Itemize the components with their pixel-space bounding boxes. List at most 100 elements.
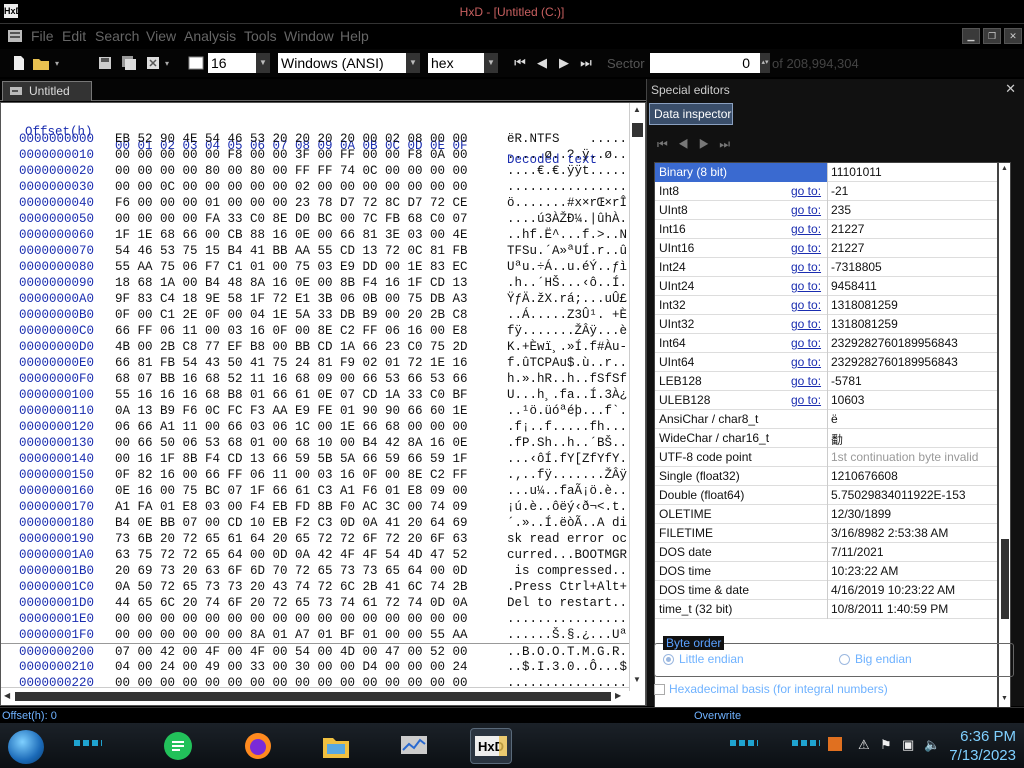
inspector-row[interactable]: Double (float64) 5.75029834011922E-153 <box>655 486 997 505</box>
inspector-row[interactable]: UTF-8 code point 1st continuation byte in… <box>655 448 997 467</box>
row-hex-bytes[interactable]: 00 00 0C 00 00 00 00 00 02 00 00 00 00 0… <box>115 180 468 194</box>
row-hex-bytes[interactable]: 63 75 72 72 65 64 00 0D 0A 42 4F 4F 54 4… <box>115 548 468 562</box>
bytes-per-row-select[interactable]: 16 ▼ <box>208 53 270 73</box>
row-decoded-text[interactable]: Uªu.÷Á..u.éÝ..ƒì <box>507 260 627 274</box>
scroll-up-icon[interactable]: ▲ <box>1001 165 1008 172</box>
hex-vertical-scrollbar[interactable]: ▲ ▼ <box>629 103 645 691</box>
goto-link[interactable]: go to: <box>791 298 821 312</box>
sector-input[interactable]: 0 ▴▾ <box>650 53 770 73</box>
hex-row[interactable]: 0000000200 07 00 42 00 4F 00 4F 00 54 00 … <box>1 643 629 659</box>
row-hex-bytes[interactable]: 66 81 FB 54 43 50 41 75 24 81 F9 02 01 7… <box>115 356 468 370</box>
menu-edit[interactable]: Edit <box>62 28 86 44</box>
inspector-value[interactable]: 10/8/2011 1:40:59 PM <box>831 602 948 616</box>
row-decoded-text[interactable]: is compressed.. <box>507 564 628 578</box>
inspector-value[interactable]: -7318805 <box>831 260 882 274</box>
inspector-value[interactable]: 1st continuation byte invalid <box>831 450 978 464</box>
row-decoded-text[interactable]: ëR.NTFS ..... <box>507 132 627 146</box>
row-decoded-text[interactable]: ..B.O.O.T.M.G.R. <box>507 645 627 659</box>
row-decoded-text[interactable]: TFSu.´A»ªUÍ.r..û <box>507 244 627 258</box>
big-endian-radio[interactable] <box>839 654 850 665</box>
inspector-row[interactable]: WideChar / char16_t 勫 <box>655 429 997 448</box>
tab-untitled-c[interactable]: Untitled (C:) <box>2 81 92 116</box>
menu-file[interactable]: File <box>31 28 54 44</box>
inspector-row[interactable]: Int24 go to: -7318805 <box>655 258 997 277</box>
action-center-flag-icon[interactable]: ⚑ <box>880 737 892 753</box>
inspector-value[interactable]: 10603 <box>831 393 864 407</box>
menu-tools[interactable]: Tools <box>244 28 277 44</box>
inspector-row[interactable]: UInt64 go to: 2329282760189956843 <box>655 353 997 372</box>
sector-spin-icon[interactable]: ▴▾ <box>760 53 770 73</box>
row-decoded-text[interactable]: ...u¼..faÃ¡ö.è.. <box>507 484 627 498</box>
row-hex-bytes[interactable]: 0F 82 16 00 66 FF 06 11 00 03 16 0F 00 8… <box>115 468 468 482</box>
data-inspector-table[interactable]: Binary (8 bit) 11101011 Int8 go to: -21 UInt8… <box>654 162 998 708</box>
row-decoded-text[interactable]: .fP.Sh..h..´BŠ.. <box>507 436 627 450</box>
row-hex-bytes[interactable]: 07 00 42 00 4F 00 4F 00 54 00 4D 00 47 0… <box>115 645 468 659</box>
row-hex-bytes[interactable]: EB 52 90 4E 54 46 53 20 20 20 20 00 02 0… <box>115 132 468 146</box>
row-hex-bytes[interactable]: 18 68 1A 00 B4 48 8A 16 0E 00 8B F4 16 1… <box>115 276 468 290</box>
firefox-icon[interactable] <box>240 728 276 764</box>
first-sector-icon[interactable]: ⏮ <box>512 54 528 72</box>
inspector-row[interactable]: time_t (32 bit) 10/8/2011 1:40:59 PM <box>655 600 997 619</box>
hex-editor[interactable]: Offset(h) 00 01 02 03 04 05 06 07 08 09 … <box>0 102 646 706</box>
row-decoded-text[interactable]: ....€.€.ÿÿt..... <box>507 164 627 178</box>
menu-window[interactable]: Window <box>284 28 334 44</box>
tray-app-icon[interactable] <box>828 737 842 754</box>
notes-app-icon[interactable] <box>160 728 196 764</box>
hex-row[interactable]: 0000000000 EB 52 90 4E 54 46 53 20 20 20 … <box>1 131 629 147</box>
row-decoded-text[interactable]: Del to restart.. <box>507 596 627 610</box>
row-decoded-text[interactable]: ................ <box>507 612 627 626</box>
inspector-value[interactable]: 2329282760189956843 <box>831 336 958 350</box>
row-hex-bytes[interactable]: A1 FA 01 E8 03 00 F4 EB FD 8B F0 AC 3C 0… <box>115 500 468 514</box>
hex-rows[interactable]: 0000000000 EB 52 90 4E 54 46 53 20 20 20 … <box>1 131 629 701</box>
close-icon[interactable]: ✕ <box>1005 81 1016 97</box>
scroll-left-icon[interactable]: ◀ <box>4 691 10 700</box>
save-icon[interactable] <box>96 54 114 72</box>
inspector-value[interactable]: 1318081259 <box>831 317 898 331</box>
row-hex-bytes[interactable]: F6 00 00 00 01 00 00 00 23 78 D7 72 8C D… <box>115 196 468 210</box>
inspector-value[interactable]: 1210676608 <box>831 469 898 483</box>
inspector-row[interactable]: UInt8 go to: 235 <box>655 201 997 220</box>
inspector-row[interactable]: DOS time & date 4/16/2019 10:23:22 AM <box>655 581 997 600</box>
inspector-value[interactable]: 2329282760189956843 <box>831 355 958 369</box>
hex-row[interactable]: 0000000150 0F 82 16 00 66 FF 06 11 00 03 … <box>1 467 629 483</box>
hex-row[interactable]: 00000000D0 4B 00 2B C8 77 EF B8 00 BB CD … <box>1 339 629 355</box>
row-decoded-text[interactable]: f.ûTCPAu$.ù..r.. <box>507 356 627 370</box>
tab-data-inspector[interactable]: Data inspector <box>649 103 733 125</box>
goto-link[interactable]: go to: <box>791 279 821 293</box>
row-decoded-text[interactable]: ................ <box>507 180 627 194</box>
display-mode-select[interactable]: hex ▼ <box>428 53 498 73</box>
next-icon[interactable]: ▶ <box>699 137 710 151</box>
goto-link[interactable]: go to: <box>791 260 821 274</box>
close-file-icon[interactable] <box>144 54 162 72</box>
inspector-value[interactable]: ë <box>831 412 838 426</box>
row-hex-bytes[interactable]: 66 FF 06 11 00 03 16 0F 00 8E C2 FF 06 1… <box>115 324 468 338</box>
inspector-row[interactable]: Int64 go to: 2329282760189956843 <box>655 334 997 353</box>
row-hex-bytes[interactable]: 0F 00 C1 2E 0F 00 04 1E 5A 33 DB B9 00 2… <box>115 308 468 322</box>
hex-row[interactable]: 00000001D0 44 65 6C 20 74 6F 20 72 65 73 … <box>1 595 629 611</box>
next-sector-icon[interactable]: ▶ <box>556 54 572 72</box>
row-decoded-text[interactable]: ö.......#x×rŒ×rÎ <box>507 196 627 210</box>
hex-row[interactable]: 00000000F0 68 07 BB 16 68 52 11 16 68 09 … <box>1 371 629 387</box>
file-explorer-icon[interactable] <box>318 728 354 764</box>
inspector-row[interactable]: DOS date 7/11/2021 <box>655 543 997 562</box>
hex-row[interactable]: 0000000210 04 00 24 00 49 00 33 00 30 00 … <box>1 659 629 675</box>
inspector-row[interactable]: UInt16 go to: 21227 <box>655 239 997 258</box>
row-hex-bytes[interactable]: 54 46 53 75 15 B4 41 BB AA 55 CD 13 72 0… <box>115 244 468 258</box>
inspector-row[interactable]: Int32 go to: 1318081259 <box>655 296 997 315</box>
scroll-down-icon[interactable]: ▼ <box>1001 695 1008 702</box>
row-decoded-text[interactable]: U...h¸.fa..Í.3À¿ <box>507 388 627 402</box>
hex-row[interactable]: 0000000070 54 46 53 75 15 B4 41 BB AA 55 … <box>1 243 629 259</box>
goto-link[interactable]: go to: <box>791 355 821 369</box>
hex-row[interactable]: 00000000C0 66 FF 06 11 00 03 16 0F 00 8E … <box>1 323 629 339</box>
last-sector-icon[interactable]: ⏭ <box>578 54 594 72</box>
row-decoded-text[interactable]: .....ø..?.ÿ..ø.. <box>507 148 627 162</box>
volume-icon[interactable]: 🔈 <box>924 737 940 753</box>
inspector-row[interactable]: UInt32 go to: 1318081259 <box>655 315 997 334</box>
hex-row[interactable]: 0000000190 73 6B 20 72 65 61 64 20 65 72 … <box>1 531 629 547</box>
previous-icon[interactable]: ◀ <box>678 137 689 151</box>
inspector-value[interactable]: 10:23:22 AM <box>831 564 898 578</box>
hex-row[interactable]: 0000000180 B4 0E BB 07 00 CD 10 EB F2 C3 … <box>1 515 629 531</box>
row-hex-bytes[interactable]: 00 00 00 00 00 00 8A 01 A7 01 BF 01 00 0… <box>115 628 468 642</box>
row-hex-bytes[interactable]: 06 66 A1 11 00 66 03 06 1C 00 1E 66 68 0… <box>115 420 468 434</box>
row-decoded-text[interactable]: ..Á.....Z3Û¹. +È <box>507 308 627 322</box>
